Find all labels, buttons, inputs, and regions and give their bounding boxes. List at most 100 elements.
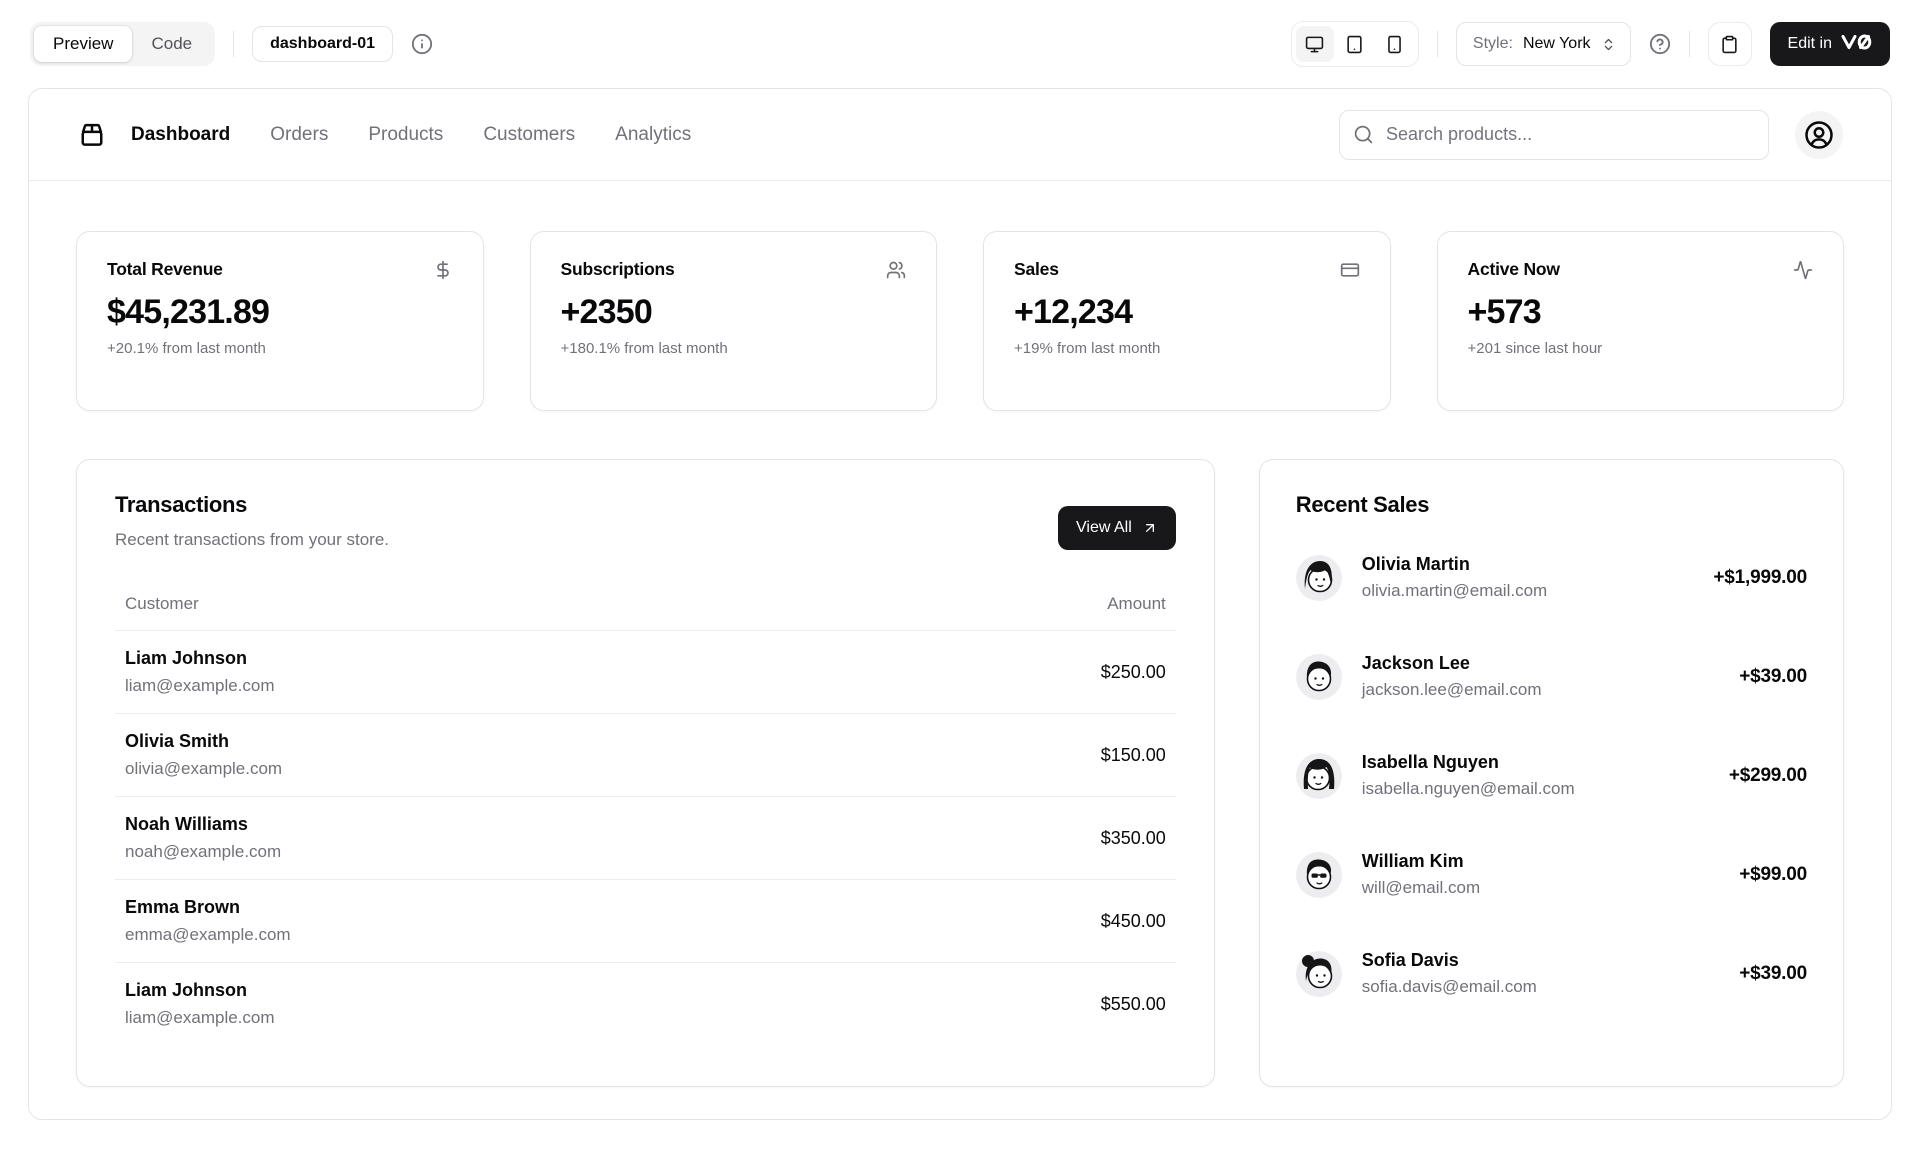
credit-card-icon [1340, 260, 1360, 280]
transactions-title: Transactions [115, 492, 389, 518]
style-select-label: Style: [1473, 35, 1513, 53]
toolbar-divider [1689, 31, 1690, 57]
view-tab-group: Preview Code [30, 22, 215, 66]
customer-name: Liam Johnson [125, 648, 832, 669]
edit-in-v0-button[interactable]: Edit in [1770, 22, 1890, 66]
sale-customer-name: Isabella Nguyen [1362, 752, 1709, 773]
nav-link-orders[interactable]: Orders [270, 124, 328, 146]
transaction-amount: $550.00 [842, 963, 1175, 1046]
copy-code-button[interactable] [1708, 22, 1752, 66]
stat-delta: +201 since last hour [1468, 340, 1814, 357]
stat-card-total-revenue: Total Revenue $45,231.89 +20.1% from las… [76, 231, 484, 411]
stat-value: $45,231.89 [107, 293, 453, 332]
stat-delta: +180.1% from last month [561, 340, 907, 357]
preview-toolbar: Preview Code dashboard-01 Style: New Yor… [0, 0, 1920, 88]
toolbar-divider [1437, 31, 1438, 57]
main-nav: Dashboard Orders Products Customers Anal… [131, 124, 691, 146]
customer-email: olivia@example.com [125, 759, 832, 779]
customer-name: Olivia Smith [125, 731, 832, 752]
list-item: Isabella Nguyen isabella.nguyen@email.co… [1296, 752, 1807, 799]
nav-link-products[interactable]: Products [368, 124, 443, 146]
style-select[interactable]: Style: New York [1456, 22, 1631, 66]
sale-customer-email: will@email.com [1362, 878, 1719, 898]
stat-title: Sales [1014, 259, 1059, 280]
info-icon[interactable] [411, 33, 433, 55]
recent-sales-list: Olivia Martin olivia.martin@email.com +$… [1296, 554, 1807, 997]
customer-email: emma@example.com [125, 925, 832, 945]
customer-email: liam@example.com [125, 1008, 832, 1028]
table-row: Noah Williams noah@example.com $350.00 [115, 797, 1176, 880]
avatar [1296, 852, 1342, 898]
sale-amount: +$1,999.00 [1713, 567, 1807, 589]
list-item: William Kim will@email.com +$99.00 [1296, 851, 1807, 898]
stats-row: Total Revenue $45,231.89 +20.1% from las… [76, 231, 1844, 411]
avatar [1296, 753, 1342, 799]
transaction-amount: $250.00 [842, 631, 1175, 714]
users-icon [886, 260, 906, 280]
table-row: Olivia Smith olivia@example.com $150.00 [115, 714, 1176, 797]
tablet-icon[interactable] [1336, 26, 1374, 62]
transaction-amount: $150.00 [842, 714, 1175, 797]
sale-customer-email: jackson.lee@email.com [1362, 680, 1719, 700]
sale-customer-name: Olivia Martin [1362, 554, 1694, 575]
nav-link-customers[interactable]: Customers [483, 124, 575, 146]
arrow-up-right-icon [1142, 520, 1158, 536]
recent-sales-card: Recent Sales [1259, 459, 1844, 1087]
table-row: Emma Brown emma@example.com $450.00 [115, 880, 1176, 963]
sale-customer-name: Jackson Lee [1362, 653, 1719, 674]
list-item: Olivia Martin olivia.martin@email.com +$… [1296, 554, 1807, 601]
nav-link-analytics[interactable]: Analytics [615, 124, 691, 146]
monitor-icon[interactable] [1296, 26, 1334, 62]
stat-delta: +19% from last month [1014, 340, 1360, 357]
tab-preview[interactable]: Preview [34, 26, 132, 62]
view-all-label: View All [1076, 519, 1132, 537]
sale-amount: +$99.00 [1739, 864, 1807, 886]
stat-card-subscriptions: Subscriptions +2350 +180.1% from last mo… [530, 231, 938, 411]
transactions-card: Transactions Recent transactions from yo… [76, 459, 1215, 1087]
user-circle-icon [1804, 120, 1834, 150]
sale-customer-email: isabella.nguyen@email.com [1362, 779, 1709, 799]
sale-customer-name: William Kim [1362, 851, 1719, 872]
device-toggle-group [1291, 21, 1419, 67]
package-icon [77, 120, 107, 150]
sale-customer-email: sofia.davis@email.com [1362, 977, 1719, 997]
transactions-subtitle: Recent transactions from your store. [115, 530, 389, 550]
avatar [1296, 555, 1342, 601]
stat-card-sales: Sales +12,234 +19% from last month [983, 231, 1391, 411]
edit-in-v0-label: Edit in [1788, 35, 1832, 53]
dashboard-preview-frame: Dashboard Orders Products Customers Anal… [28, 88, 1892, 1120]
dashboard-navbar: Dashboard Orders Products Customers Anal… [29, 89, 1891, 181]
list-item: Sofia Davis sofia.davis@email.com +$39.0… [1296, 950, 1807, 997]
activity-icon [1793, 260, 1813, 280]
table-row: Liam Johnson liam@example.com $550.00 [115, 963, 1176, 1046]
stat-title: Subscriptions [561, 259, 675, 280]
v0-logo-icon [1841, 34, 1872, 55]
view-all-button[interactable]: View All [1058, 506, 1176, 550]
chevrons-up-down-icon [1601, 37, 1616, 52]
customer-name: Noah Williams [125, 814, 832, 835]
search-input[interactable] [1339, 110, 1769, 160]
clipboard-icon [1720, 35, 1739, 54]
customer-name: Emma Brown [125, 897, 832, 918]
sale-amount: +$299.00 [1729, 765, 1807, 787]
smartphone-icon[interactable] [1376, 26, 1414, 62]
search-icon [1353, 124, 1374, 145]
customer-email: noah@example.com [125, 842, 832, 862]
column-header-amount: Amount [842, 584, 1175, 631]
style-select-value: New York [1523, 35, 1591, 53]
avatar [1296, 654, 1342, 700]
customer-email: liam@example.com [125, 676, 832, 696]
stat-value: +12,234 [1014, 293, 1360, 332]
sale-amount: +$39.00 [1739, 666, 1807, 688]
customer-name: Liam Johnson [125, 980, 832, 1001]
block-name-badge: dashboard-01 [252, 26, 393, 62]
tab-code[interactable]: Code [132, 26, 211, 62]
transaction-amount: $450.00 [842, 880, 1175, 963]
stat-value: +2350 [561, 293, 907, 332]
column-header-customer: Customer [115, 584, 842, 631]
account-button[interactable] [1795, 111, 1843, 159]
nav-link-dashboard[interactable]: Dashboard [131, 124, 230, 146]
circle-help-icon[interactable] [1649, 33, 1671, 55]
stat-delta: +20.1% from last month [107, 340, 453, 357]
dollar-sign-icon [433, 260, 453, 280]
